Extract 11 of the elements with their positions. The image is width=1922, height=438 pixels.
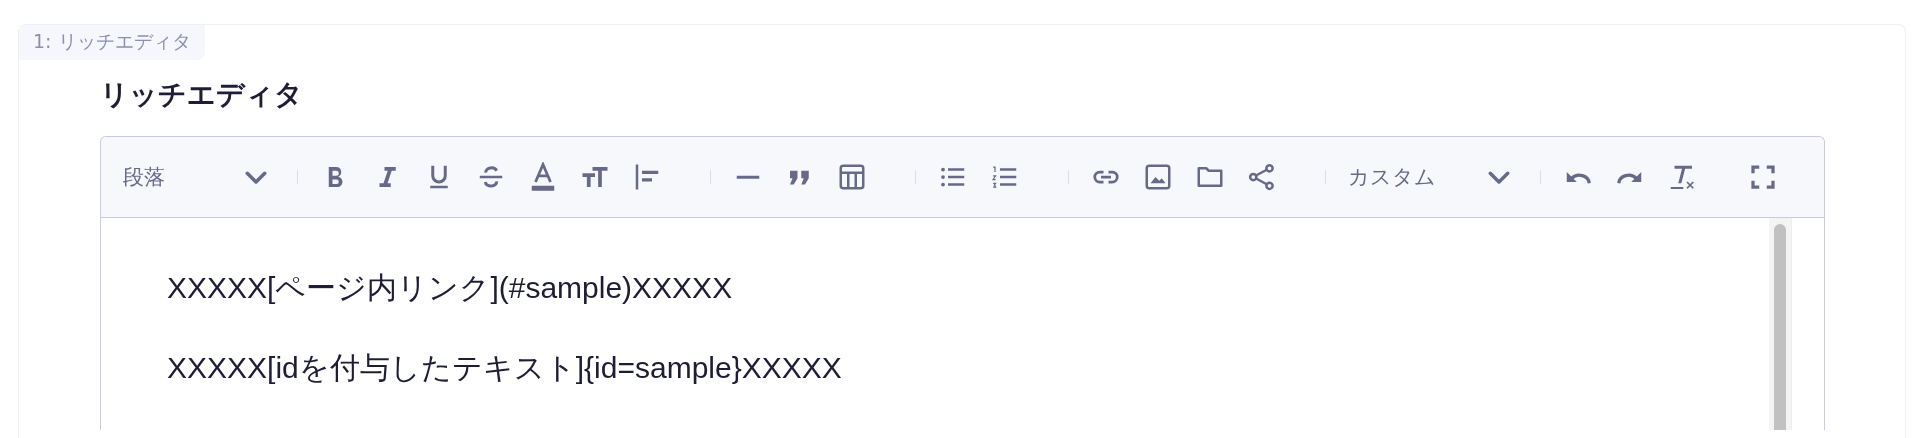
share-icon[interactable] bbox=[1247, 162, 1277, 192]
section-label: 1: リッチエディタ bbox=[19, 25, 205, 60]
custom-select[interactable]: カスタム bbox=[1348, 162, 1514, 192]
paragraph-text: XXXXX[ページ内リンク](#sample)XXXXX bbox=[167, 270, 734, 306]
fullscreen-icon[interactable] bbox=[1748, 162, 1778, 192]
section-heading: リッチエディタ bbox=[100, 77, 304, 113]
scrollbar[interactable] bbox=[1769, 218, 1791, 430]
paragraph-select[interactable]: 段落 bbox=[123, 162, 271, 192]
paragraph-text: XXXXX[idを付与したテキスト]{id=sample}XXXXX bbox=[167, 350, 843, 386]
image-icon[interactable] bbox=[1143, 162, 1173, 192]
table-icon[interactable] bbox=[837, 162, 867, 192]
